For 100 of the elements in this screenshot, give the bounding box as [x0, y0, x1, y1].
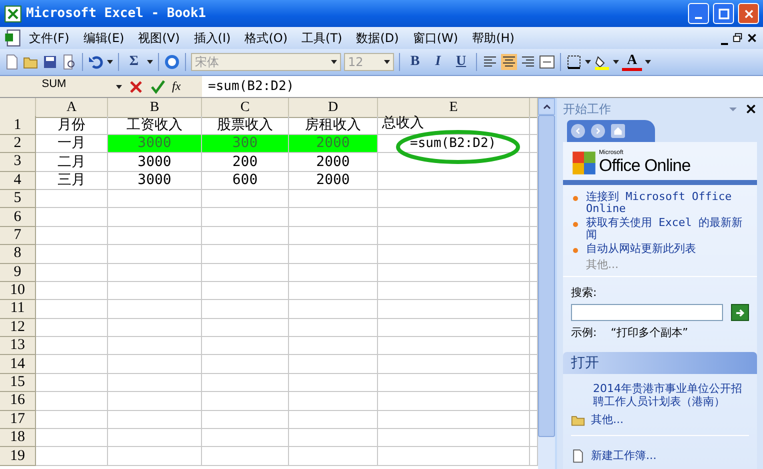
row-header[interactable]: 14	[0, 355, 36, 374]
row-header[interactable]: 8	[0, 245, 36, 264]
table-cell	[36, 355, 108, 374]
right-arrow-icon	[734, 306, 746, 318]
print-preview-icon	[61, 54, 77, 70]
table-cell	[36, 245, 108, 264]
table-cell: 三月	[36, 172, 108, 190]
minimize-icon	[695, 17, 702, 19]
forward-button[interactable]	[591, 124, 605, 138]
new-workbook-link[interactable]: 新建工作簿...	[591, 448, 656, 463]
table-cell	[36, 208, 108, 227]
link[interactable]: 获取有关使用 Excel 的最新新闻	[586, 217, 749, 241]
link[interactable]: 自动从网站更新此列表	[586, 243, 696, 255]
column-header[interactable]: C	[202, 98, 289, 118]
back-button[interactable]	[571, 124, 585, 138]
row-header[interactable]: 1	[0, 116, 36, 135]
row-header[interactable]: 13	[0, 337, 36, 356]
borders-icon	[566, 54, 582, 70]
caret-icon	[384, 60, 390, 64]
more-files-link[interactable]: 其他...	[591, 412, 624, 427]
bullet-icon	[573, 196, 578, 201]
example-text: “打印多个副本”	[610, 325, 688, 340]
row-header[interactable]: 15	[0, 374, 36, 392]
table-cell: 2000	[289, 172, 378, 190]
close-button[interactable]	[738, 3, 759, 24]
table-cell: 二月	[36, 153, 108, 172]
table-cell: 2000	[289, 153, 378, 172]
excel-document-icon	[4, 29, 22, 47]
new-document-icon	[571, 448, 585, 462]
table-cell	[36, 429, 108, 448]
column-header[interactable]: A	[36, 98, 108, 118]
column-header[interactable]: D	[289, 98, 378, 118]
caret-icon	[107, 60, 113, 64]
close-icon	[745, 31, 759, 45]
table-cell	[36, 410, 108, 430]
undo-icon	[88, 54, 104, 70]
italic-button[interactable]: I	[428, 52, 448, 72]
search-go-button[interactable]	[731, 304, 749, 321]
table-cell	[36, 282, 108, 300]
autosum-button[interactable]: Σ	[124, 52, 144, 72]
section-header: 打开	[563, 352, 757, 374]
row-header[interactable]: 10	[0, 282, 36, 300]
menu-item[interactable]: 帮助(H)	[465, 28, 522, 48]
table-cell	[36, 392, 108, 411]
formula-text[interactable]: =sum(B2:D2)	[202, 79, 294, 94]
example-label: 示例:	[571, 325, 597, 340]
new-file-icon	[4, 54, 20, 70]
scrollbar-thumb[interactable]	[538, 115, 555, 437]
search-field[interactable]	[571, 304, 724, 321]
bold-button[interactable]: B	[405, 52, 425, 72]
menu-item[interactable]: 视图(V)	[131, 28, 187, 48]
menu-item[interactable]: 插入(I)	[186, 28, 238, 48]
font-color-button[interactable]: A	[622, 53, 642, 71]
menu-item[interactable]: 工具(T)	[294, 28, 350, 48]
row-header[interactable]: 2	[0, 134, 36, 154]
window-title: Microsoft Excel - Book1	[26, 6, 208, 21]
minimize-icon	[720, 43, 728, 45]
table-cell	[36, 190, 108, 208]
bullet-icon	[573, 222, 578, 227]
row-header[interactable]: 6	[0, 208, 36, 227]
column-header[interactable]: B	[108, 98, 202, 118]
insert-function-button[interactable]: fx	[172, 79, 181, 94]
align-center-icon	[501, 54, 517, 70]
search-label: 搜索:	[571, 285, 598, 300]
check-icon	[150, 78, 166, 94]
name-box[interactable]: SUM	[0, 76, 108, 97]
caret-icon	[147, 60, 153, 64]
minimize-button[interactable]	[688, 3, 709, 24]
caret-icon	[645, 60, 651, 64]
row-header[interactable]: 16	[0, 392, 36, 411]
row-header[interactable]: 4	[0, 172, 36, 190]
link[interactable]: 连接到 Microsoft Office Online	[586, 191, 749, 215]
caret-icon	[331, 60, 337, 64]
menu-item[interactable]: 编辑(E)	[76, 28, 132, 48]
row-header[interactable]: 3	[0, 153, 36, 172]
menu-item[interactable]: 数据(D)	[349, 28, 406, 48]
fill-color-icon	[594, 54, 610, 70]
row-header[interactable]: 12	[0, 318, 36, 338]
maximize-button[interactable]	[713, 3, 734, 24]
row-header[interactable]: 11	[0, 300, 36, 319]
row-header[interactable]: 19	[0, 447, 36, 466]
recent-file-link[interactable]: 2014年贵港市事业单位公开招聘工作人员计划表（港南）	[593, 382, 749, 408]
row-header[interactable]: 7	[0, 226, 36, 246]
table-cell	[36, 374, 108, 392]
caret-icon	[585, 60, 591, 64]
table-cell: 600	[202, 172, 289, 190]
table-cell: 月份	[36, 116, 108, 135]
underline-button[interactable]: U	[451, 52, 471, 72]
menu-item[interactable]: 格式(O)	[238, 28, 295, 48]
scroll-up-button[interactable]	[538, 98, 555, 115]
menu-item[interactable]: 文件(F)	[22, 28, 76, 48]
row-header[interactable]: 17	[0, 410, 36, 430]
row-header[interactable]: 9	[0, 264, 36, 282]
table-cell	[36, 447, 108, 466]
row-header[interactable]: 5	[0, 190, 36, 208]
menu-item[interactable]: 窗口(W)	[406, 28, 466, 48]
home-icon	[613, 126, 623, 136]
logo-text: Office Online	[599, 156, 690, 175]
row-header[interactable]: 18	[0, 429, 36, 448]
table-cell: 3000	[108, 153, 202, 172]
